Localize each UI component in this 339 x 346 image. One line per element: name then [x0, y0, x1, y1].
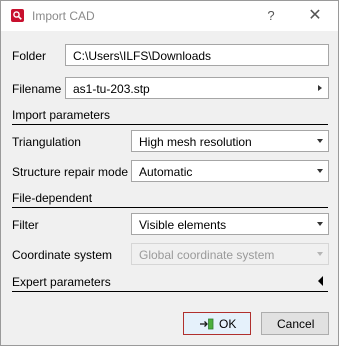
triangulation-select[interactable]: High mesh resolution	[131, 130, 329, 152]
expand-left-icon[interactable]	[318, 276, 323, 286]
section-divider	[12, 291, 328, 292]
title-bar[interactable]: Import CAD ? ✕	[1, 1, 338, 31]
chevron-down-icon	[317, 169, 323, 173]
help-button[interactable]: ?	[263, 7, 279, 25]
import-cad-icon	[11, 9, 24, 22]
filename-expand-icon[interactable]	[318, 85, 322, 91]
file-dependent-header: File-dependent	[12, 191, 93, 205]
structure-repair-select[interactable]: Automatic	[131, 160, 329, 182]
filename-label: Filename	[12, 82, 62, 96]
chevron-down-icon	[317, 222, 323, 226]
section-divider	[12, 207, 328, 208]
filter-label: Filter	[12, 218, 39, 232]
cancel-label: Cancel	[277, 317, 315, 331]
structure-repair-label: Structure repair mode	[12, 165, 129, 179]
chevron-down-icon	[317, 252, 323, 256]
expert-parameters-header[interactable]: Expert parameters	[12, 275, 111, 289]
import-parameters-header: Import parameters	[12, 108, 111, 122]
filename-value: as1-tu-203.stp	[73, 82, 150, 96]
filter-value: Visible elements	[139, 218, 227, 232]
ok-button[interactable]: OK	[183, 312, 251, 335]
structure-repair-value: Automatic	[139, 165, 193, 179]
coordinate-system-label: Coordinate system	[12, 248, 113, 262]
triangulation-value: High mesh resolution	[139, 135, 252, 149]
folder-value: C:\Users\ILFS\Downloads	[73, 49, 212, 63]
import-arrow-icon	[200, 318, 214, 330]
close-button[interactable]: ✕	[306, 7, 324, 25]
file-dependent-section: File-dependent	[12, 191, 328, 208]
coordinate-system-select: Global coordinate system	[131, 243, 329, 265]
filename-field[interactable]: as1-tu-203.stp	[65, 77, 329, 99]
filter-select[interactable]: Visible elements	[131, 213, 329, 235]
coordinate-system-value: Global coordinate system	[139, 248, 275, 262]
import-cad-dialog: Import CAD ? ✕ Folder C:\Users\ILFS\Down…	[0, 0, 339, 346]
triangulation-label: Triangulation	[12, 135, 81, 149]
window-title: Import CAD	[32, 9, 95, 23]
expert-parameters-section[interactable]: Expert parameters	[12, 275, 328, 292]
chevron-down-icon	[317, 139, 323, 143]
folder-field[interactable]: C:\Users\ILFS\Downloads	[65, 44, 329, 66]
folder-label: Folder	[12, 49, 47, 63]
section-divider	[12, 124, 328, 125]
ok-label: OK	[219, 317, 237, 331]
import-parameters-section: Import parameters	[12, 108, 328, 125]
cancel-button[interactable]: Cancel	[261, 312, 329, 335]
